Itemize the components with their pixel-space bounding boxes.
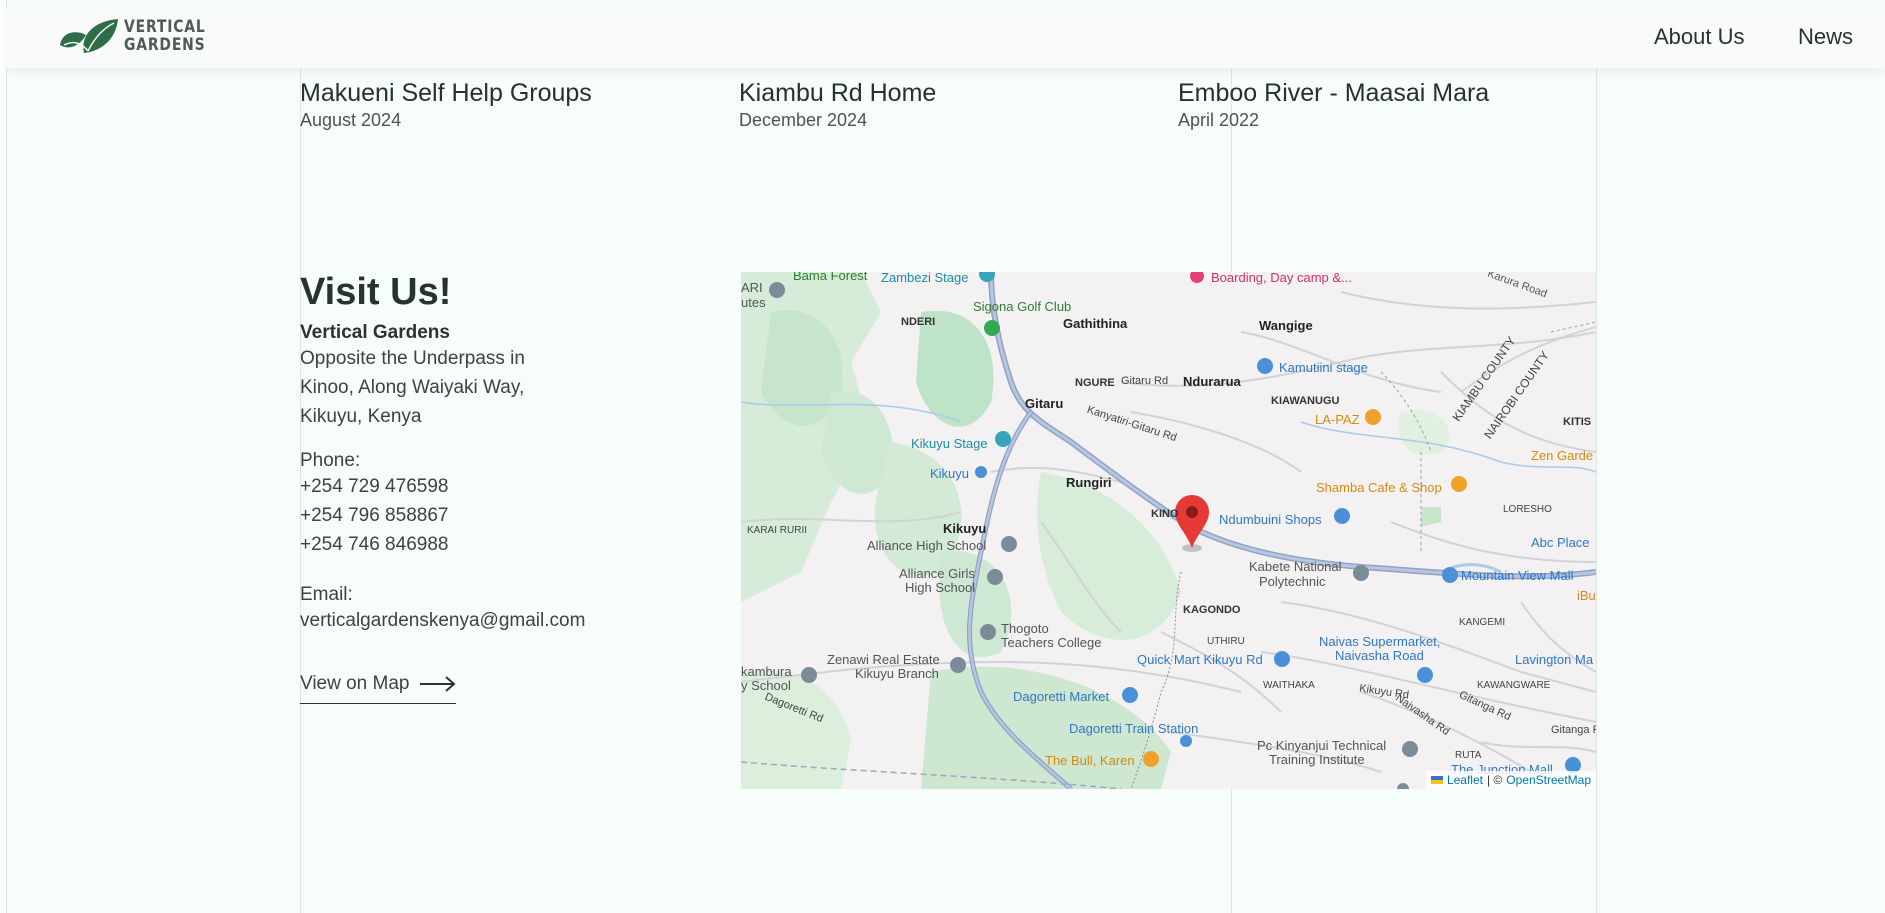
project-date: April 2022 [1178, 110, 1260, 130]
project-date: December 2024 [739, 110, 868, 130]
map-label: Boarding, Day camp &... [1211, 272, 1352, 285]
company-name: Vertical Gardens [300, 322, 450, 343]
map-label: Kamutiini stage [1279, 360, 1368, 375]
logo[interactable]: VERTICAL GARDENS [58, 15, 223, 57]
visit-us-section: Visit Us! Vertical Gardens Opposite the … [300, 270, 660, 704]
map-label: Kikuyu [943, 521, 987, 536]
map-label: Zambezi Stage [881, 272, 969, 285]
project-card[interactable]: Makueni Self Help Groups August 2024 [300, 78, 592, 131]
site-header: VERTICAL GARDENS About Us News [6, 4, 1885, 68]
map-label: y School [741, 678, 791, 693]
logo-text: VERTICAL GARDENS [124, 18, 206, 54]
map-label: LORESHO [1503, 504, 1552, 515]
ukraine-flag-icon [1430, 776, 1443, 784]
map-label: ARI utes [741, 280, 766, 310]
map-label: Thogoto [1001, 621, 1049, 636]
map-tiles [741, 272, 1596, 789]
attribution-separator: | © [1486, 773, 1503, 787]
map-label: LA-PAZ [1315, 412, 1360, 427]
map-label: Training Institute [1269, 752, 1365, 767]
map-label: Dagoretti Market [1013, 689, 1110, 704]
map-label: KANGEMI [1459, 617, 1506, 628]
address-line: Kinoo, Along Waiyaki Way, [300, 377, 525, 398]
map-label: KIAWANUGU [1271, 395, 1340, 407]
map-label: Shamba Cafe & Shop [1316, 480, 1442, 495]
map-label: Sigona Golf Club [973, 299, 1072, 314]
map-label: Kikuyu [930, 466, 970, 481]
arrow-right-icon [419, 676, 456, 692]
map-label: KAWANGWARE [1477, 680, 1551, 691]
location-map[interactable]: Bama Forest Zambezi Stage Boarding, Day … [741, 272, 1596, 789]
map-label: Zenawi Real Estate [827, 652, 940, 667]
column-divider [1596, 60, 1597, 913]
map-attribution: Leaflet | © OpenStreetMap [1425, 771, 1596, 789]
phone-label: Phone: [300, 450, 361, 471]
map-label: Gitanga R [1551, 724, 1596, 736]
email-address[interactable]: verticalgardenskenya@gmail.com [300, 606, 660, 635]
osm-link[interactable]: OpenStreetMap [1506, 773, 1591, 787]
map-label: Quick Mart Kikuyu Rd [1137, 652, 1263, 667]
project-card[interactable]: Emboo River - Maasai Mara April 2022 [1178, 78, 1489, 131]
map-label: Kikuyu Branch [855, 666, 939, 681]
map-label: Zen Garde [1531, 448, 1594, 463]
map-label: High School [905, 580, 976, 595]
map-label: WAITHAKA [1263, 680, 1315, 691]
map-label: Bama Forest [793, 272, 868, 283]
map-label: Abc Place [1531, 535, 1590, 550]
project-title: Kiambu Rd Home [739, 79, 937, 107]
address-line: Kikuyu, Kenya [300, 406, 422, 427]
map-label: RUTA [1455, 750, 1482, 761]
project-title: Emboo River - Maasai Mara [1178, 79, 1490, 107]
phone-number[interactable]: +254 729 476598 [300, 472, 660, 501]
project-card[interactable]: Kiambu Rd Home December 2024 [739, 78, 936, 131]
map-label: KAGONDO [1183, 604, 1241, 616]
map-label: Naivasha Road [1335, 648, 1424, 663]
map-label: KITIS [1563, 416, 1592, 428]
map-label: KARAI RURII [747, 525, 808, 536]
map-label: Wangige [1259, 318, 1313, 333]
email-label: Email: [300, 584, 353, 605]
map-label: Kabete National [1249, 559, 1342, 574]
map-label: Teachers College [1001, 635, 1102, 650]
map-label: Gitaru [1025, 396, 1064, 411]
map-label: Rungiri [1066, 475, 1112, 490]
map-label: Gathithina [1063, 316, 1128, 331]
map-label: UTHIRU [1207, 636, 1245, 647]
leaflet-link[interactable]: Leaflet [1447, 773, 1483, 787]
phone-number[interactable]: +254 746 846988 [300, 530, 660, 559]
map-label: Mountain View Mall [1461, 568, 1574, 583]
visit-heading: Visit Us! [300, 271, 452, 313]
map-label: Alliance High School [867, 538, 987, 553]
map-label: Ndumbuini Shops [1219, 512, 1322, 527]
map-label: Gitaru Rd [1121, 375, 1169, 387]
map-label: Ndurarua [1183, 374, 1241, 389]
phone-number[interactable]: +254 796 858867 [300, 501, 660, 530]
map-label: iBu [1577, 588, 1596, 603]
project-title: Makueni Self Help Groups [300, 79, 592, 107]
view-on-map-link[interactable]: View on Map [300, 673, 456, 704]
leaf-logo-icon [60, 19, 118, 53]
map-label: Pc Kinyanjui Technical [1257, 738, 1387, 753]
map-label: NDERI [901, 316, 936, 328]
map-label: KINO [1151, 508, 1179, 520]
map-label: Lavington Ma [1515, 652, 1594, 667]
map-label: kambura [741, 664, 792, 679]
map-label: Alliance Girls [899, 566, 975, 581]
address-line: Opposite the Underpass in [300, 348, 525, 369]
nav-news[interactable]: News [1798, 24, 1853, 50]
map-label: Kikuyu Stage [911, 436, 988, 451]
map-label: The Bull, Karen [1045, 753, 1135, 768]
map-label: NGURE [1075, 377, 1115, 389]
nav-about-us[interactable]: About Us [1654, 24, 1745, 50]
logo-line-2: GARDENS [124, 35, 206, 55]
project-date: August 2024 [300, 110, 402, 130]
map-label: Polytechnic [1259, 574, 1326, 589]
map-label: Naivas Supermarket, [1319, 634, 1441, 649]
logo-line-1: VERTICAL [124, 17, 206, 37]
map-label: Dagoretti Train Station [1069, 721, 1199, 736]
view-on-map-label: View on Map [300, 673, 410, 694]
